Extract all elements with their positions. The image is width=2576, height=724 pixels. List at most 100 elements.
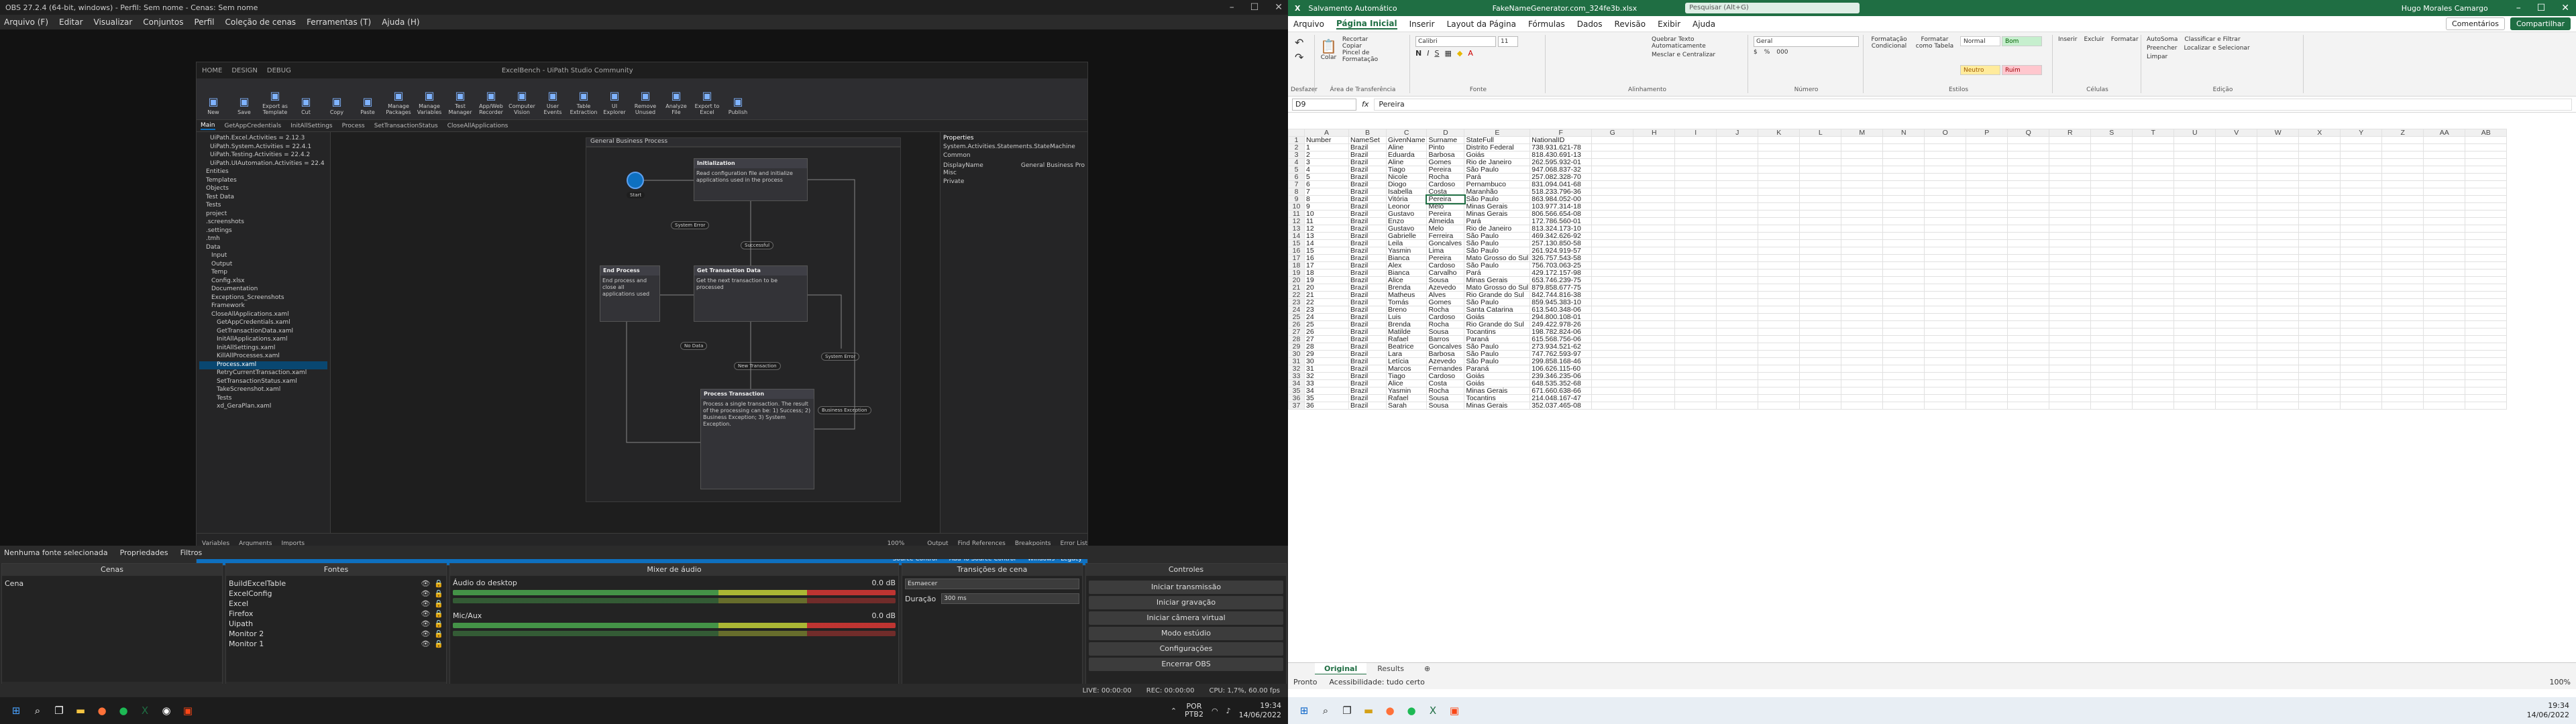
lock-icon[interactable]: 🔒 [434, 609, 443, 618]
cell[interactable] [1841, 217, 1884, 225]
cell[interactable] [1674, 350, 1717, 358]
cell[interactable] [1966, 320, 2008, 328]
cell[interactable] [2132, 261, 2175, 269]
cell[interactable] [1799, 313, 1842, 321]
row-header[interactable]: 15 [1288, 239, 1305, 247]
cell[interactable] [2132, 343, 2175, 351]
cell[interactable] [1966, 143, 2008, 152]
cell[interactable] [2423, 291, 2466, 299]
cell[interactable] [1716, 357, 1759, 365]
cell[interactable] [2340, 232, 2383, 240]
cell[interactable] [1966, 350, 2008, 358]
cell[interactable] [2381, 379, 2424, 387]
cell[interactable] [1674, 387, 1717, 395]
cell[interactable] [1882, 217, 1925, 225]
cell[interactable]: 273.934.521-62 [1529, 343, 1593, 351]
cell[interactable] [1841, 372, 1884, 380]
cell[interactable] [1924, 254, 1967, 262]
sheet-tab-results[interactable]: Results [1368, 663, 1413, 675]
cell[interactable] [2381, 343, 2424, 351]
cell[interactable]: 25 [1304, 320, 1349, 328]
cell[interactable] [1633, 239, 1676, 247]
cell[interactable] [2132, 217, 2175, 225]
cell[interactable]: São Paulo [1464, 195, 1531, 203]
project-item[interactable]: RetryCurrentTransaction.xaml [199, 369, 327, 378]
cell[interactable] [1799, 173, 1842, 181]
cell[interactable] [2257, 166, 2300, 174]
cell[interactable]: 261.924.919-57 [1529, 247, 1593, 255]
cell[interactable] [2215, 284, 2258, 292]
cell[interactable] [2298, 173, 2341, 181]
cell[interactable] [2007, 232, 2050, 240]
cell[interactable]: Brazil [1348, 195, 1387, 203]
cell[interactable] [1716, 372, 1759, 380]
cell[interactable]: Tocantins [1464, 328, 1531, 336]
cell[interactable]: Melo [1426, 225, 1465, 233]
cell[interactable] [1591, 232, 1634, 240]
cell[interactable]: Pinto [1426, 143, 1465, 152]
cell[interactable] [1633, 328, 1676, 336]
cell[interactable] [1966, 276, 2008, 284]
cell[interactable] [1924, 173, 1967, 181]
cell[interactable]: Gomes [1426, 298, 1465, 306]
cell[interactable]: Fernandes [1426, 365, 1465, 373]
cell[interactable] [2215, 402, 2258, 410]
project-item[interactable]: KillAllProcesses.xaml [199, 353, 327, 361]
control-button[interactable]: Iniciar transmissão [1089, 581, 1283, 594]
row-header[interactable]: 5 [1288, 166, 1305, 174]
cell[interactable] [1591, 357, 1634, 365]
cell[interactable] [1674, 335, 1717, 343]
cell[interactable] [1966, 261, 2008, 269]
cell[interactable] [2257, 151, 2300, 159]
cell[interactable] [2090, 225, 2133, 233]
cell[interactable] [2090, 320, 2133, 328]
cell[interactable]: Mato Grosso do Sul [1464, 284, 1531, 292]
cell[interactable] [2465, 402, 2508, 410]
eye-icon[interactable]: 👁 [421, 589, 430, 598]
cell[interactable] [1841, 225, 1884, 233]
cell[interactable] [2340, 276, 2383, 284]
cell[interactable] [2381, 173, 2424, 181]
project-item[interactable]: xd_GeraPlan.xaml [199, 403, 327, 412]
cell[interactable] [2090, 350, 2133, 358]
row-header[interactable]: 32 [1288, 365, 1305, 373]
cell[interactable] [1633, 158, 1676, 166]
cell[interactable] [2090, 372, 2133, 380]
cell[interactable] [1799, 232, 1842, 240]
row-header[interactable]: 29 [1288, 343, 1305, 351]
cell[interactable] [2007, 254, 2050, 262]
cell[interactable]: Cardoso [1426, 261, 1465, 269]
cell[interactable]: Brazil [1348, 343, 1387, 351]
fx-icon[interactable]: fx [1362, 100, 1368, 109]
cell[interactable] [2298, 379, 2341, 387]
cell[interactable] [1924, 269, 1967, 277]
eye-icon[interactable]: 👁 [421, 619, 430, 628]
cell[interactable]: Brazil [1348, 180, 1387, 188]
project-item[interactable]: Output [199, 261, 327, 269]
cell[interactable] [1591, 350, 1634, 358]
project-item[interactable]: .screenshots [199, 219, 327, 227]
cell[interactable] [2215, 188, 2258, 196]
cell[interactable] [1633, 335, 1676, 343]
cell[interactable] [2049, 195, 2092, 203]
cell[interactable] [2465, 158, 2508, 166]
cell[interactable] [2465, 180, 2508, 188]
cell[interactable] [1882, 284, 1925, 292]
cell[interactable] [1924, 188, 1967, 196]
row-header[interactable]: 25 [1288, 313, 1305, 321]
file-explorer-icon[interactable]: ▬ [1359, 701, 1378, 720]
cell[interactable] [1882, 173, 1925, 181]
cell[interactable] [2174, 328, 2216, 336]
cell[interactable] [1716, 306, 1759, 314]
cell[interactable]: Minas Gerais [1464, 402, 1531, 410]
project-item[interactable]: .settings [199, 227, 327, 236]
cell[interactable]: Mato Grosso do Sul [1464, 254, 1531, 262]
cell[interactable] [2381, 180, 2424, 188]
cell[interactable] [2174, 269, 2216, 277]
cell[interactable] [2049, 298, 2092, 306]
cell[interactable] [1674, 394, 1717, 402]
row-header[interactable]: 14 [1288, 232, 1305, 240]
cell[interactable] [1716, 158, 1759, 166]
project-item[interactable]: Tests [199, 202, 327, 210]
column-header[interactable]: I [1674, 129, 1717, 137]
